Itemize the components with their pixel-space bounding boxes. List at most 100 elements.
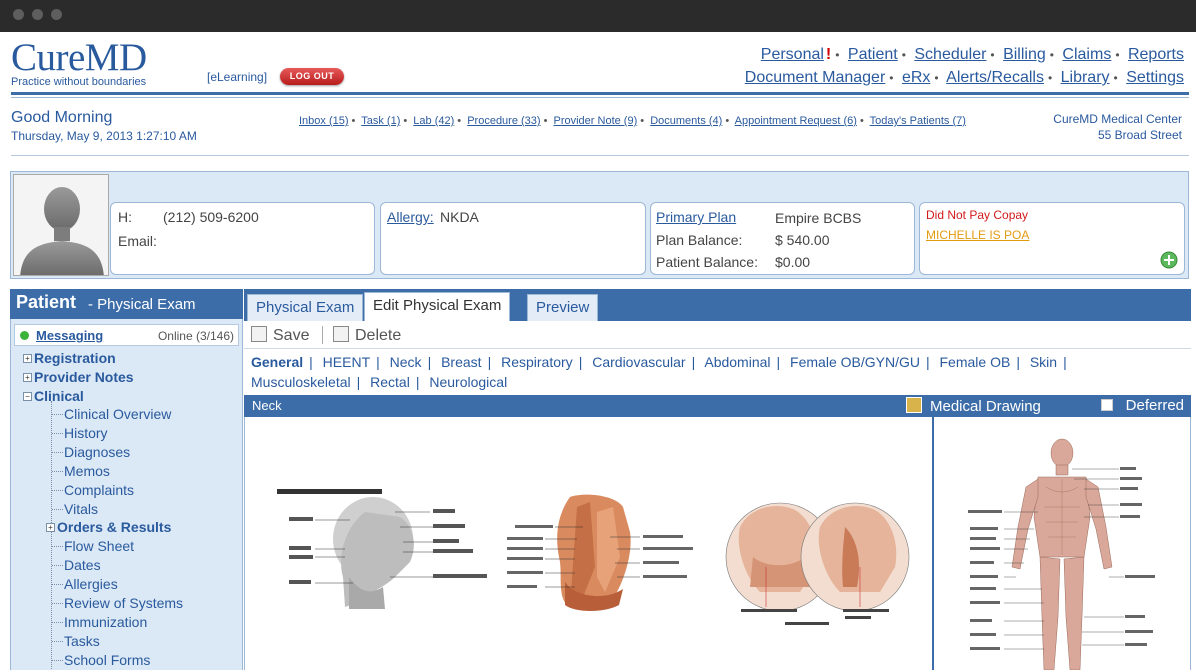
nav-settings[interactable]: Settings [1126,69,1184,86]
medical-drawing-label[interactable]: Medical Drawing [930,398,1041,415]
tree-immunization[interactable]: Immunization [52,614,147,630]
body-drawing-panel[interactable] [932,417,1191,670]
messaging-link[interactable]: Messaging [36,328,103,343]
section-rectal[interactable]: Rectal [370,374,410,390]
section-female-ob-gyn-gu[interactable]: Female OB/GYN/GU [790,354,920,370]
nav-erx[interactable]: eRx [902,69,930,86]
tree-diagnoses[interactable]: Diagnoses [52,444,130,460]
greeting-text: Good Morning [11,109,113,126]
logout-button[interactable]: LOG OUT [280,68,344,85]
tree-dates[interactable]: Dates [52,557,101,573]
header-divider-thin [11,97,1189,98]
section-header-bar: Neck Medical Drawing Deferred [244,395,1191,417]
tree-clinical[interactable]: − Clinical [23,388,84,404]
patient-nav-tree: Messaging Online (3/146) + Registration +… [10,319,243,670]
messaging-bar[interactable]: Messaging Online (3/146) [14,324,239,346]
online-status-icon [20,331,29,340]
tree-vitals[interactable]: Vitals [52,501,98,517]
link-inbox[interactable]: Inbox (15) [299,115,349,127]
link-documents[interactable]: Documents (4) [650,115,722,127]
nav-document-manager[interactable]: Document Manager [745,69,886,86]
nav-reports[interactable]: Reports [1128,46,1184,63]
link-task[interactable]: Task (1) [361,115,400,127]
personal-alert-icon: ! [825,46,832,63]
section-neck[interactable]: Neck [390,354,422,370]
tree-memos[interactable]: Memos [52,463,110,479]
link-appointment-request[interactable]: Appointment Request (6) [735,115,857,127]
allergy-link[interactable]: Allergy: [387,209,434,225]
tab-physical-exam[interactable]: Physical Exam [247,294,364,321]
nav-personal[interactable]: Personal [761,46,824,63]
section-cardiovascular[interactable]: Cardiovascular [592,354,685,370]
section-musculoskeletal[interactable]: Musculoskeletal [251,374,351,390]
deferred-checkbox[interactable] [1101,399,1113,411]
quick-links: Inbox (15) • Task (1) • Lab (42) • Procedur… [299,115,966,127]
tab-edit-physical-exam[interactable]: Edit Physical Exam [364,292,511,321]
tree-flow-sheet[interactable]: Flow Sheet [52,538,134,554]
add-alert-icon[interactable] [1160,251,1178,269]
section-skin[interactable]: Skin [1030,354,1057,370]
left-panel-header: Patient - Physical Exam [10,289,243,319]
section-breast[interactable]: Breast [441,354,481,370]
center-address: 55 Broad Street [1097,128,1182,142]
patient-banner: H: (212) 509-6200 Email: Allergy: NKDA P… [10,171,1189,279]
elearning-link[interactable]: [eLearning] [207,70,267,84]
window-close-dot[interactable] [13,9,24,20]
delete-button[interactable]: Delete [333,326,401,345]
tree-tasks[interactable]: Tasks [52,633,100,649]
exam-tab-bar: Physical Exam Edit Physical Exam Preview [244,289,1191,321]
nav-alerts-recalls[interactable]: Alerts/Recalls [946,69,1044,86]
section-heent[interactable]: HEENT [323,354,370,370]
full-body-muscle-illustration [968,438,1155,670]
nav-claims[interactable]: Claims [1062,46,1111,63]
anatomy-drawing-canvas[interactable] [244,417,930,670]
tab-preview[interactable]: Preview [527,294,599,321]
tree-complaints[interactable]: Complaints [52,482,134,498]
patient-photo[interactable] [13,174,109,276]
section-abdominal[interactable]: Abdominal [704,354,770,370]
medical-drawing-icon[interactable] [906,397,922,413]
tree-history[interactable]: History [52,425,108,441]
tree-allergies[interactable]: Allergies [52,576,118,592]
curemd-logo: CureMD [11,36,147,79]
deferred-label: Deferred [1125,397,1184,414]
tree-registration[interactable]: + Registration [23,350,116,366]
browser-titlebar [0,0,1196,32]
patient-balance-label: Patient Balance: [656,254,758,270]
expand-icon[interactable]: + [23,354,32,363]
toolbar-divider [322,326,323,344]
nav-patient[interactable]: Patient [848,46,898,63]
tree-review-of-systems[interactable]: Review of Systems [52,595,183,611]
tree-school-forms[interactable]: School Forms [52,652,150,668]
top-nav-secondary: Document Manager • eRx • Alerts/Recalls • L… [744,69,1184,86]
window-maximize-dot[interactable] [51,9,62,20]
primary-plan-link[interactable]: Primary Plan [656,209,736,225]
center-name: CureMD Medical Center [1053,112,1182,126]
left-panel-title: Patient [16,292,77,312]
save-icon [251,326,267,342]
link-provider-note[interactable]: Provider Note (9) [554,115,638,127]
tree-orders-results[interactable]: + Orders & Results [46,519,171,535]
left-panel-subtitle: - Physical Exam [88,296,196,313]
expand-icon[interactable]: + [46,523,55,532]
nav-library[interactable]: Library [1061,69,1110,86]
section-respiratory[interactable]: Respiratory [501,354,573,370]
section-female-ob[interactable]: Female OB [940,354,1011,370]
expand-icon[interactable]: + [23,373,32,382]
logo-tagline: Practice without boundaries [11,76,147,88]
link-procedure[interactable]: Procedure (33) [467,115,540,127]
save-button[interactable]: Save [251,326,309,345]
link-lab[interactable]: Lab (42) [413,115,454,127]
nav-billing[interactable]: Billing [1003,46,1046,63]
nav-scheduler[interactable]: Scheduler [914,46,986,63]
alert-poa[interactable]: MICHELLE IS POA [926,228,1029,242]
top-nav-primary: Personal! • Patient • Scheduler • Billing • … [760,46,1184,63]
collapse-icon[interactable]: − [23,392,32,401]
window-minimize-dot[interactable] [32,9,43,20]
section-general[interactable]: General [251,354,303,370]
tree-provider-notes[interactable]: + Provider Notes [23,369,134,385]
section-neurological[interactable]: Neurological [429,374,507,390]
tree-clinical-overview[interactable]: Clinical Overview [52,406,171,422]
online-count: Online (3/146) [157,329,234,343]
link-todays-patients[interactable]: Today's Patients (7) [870,115,966,127]
